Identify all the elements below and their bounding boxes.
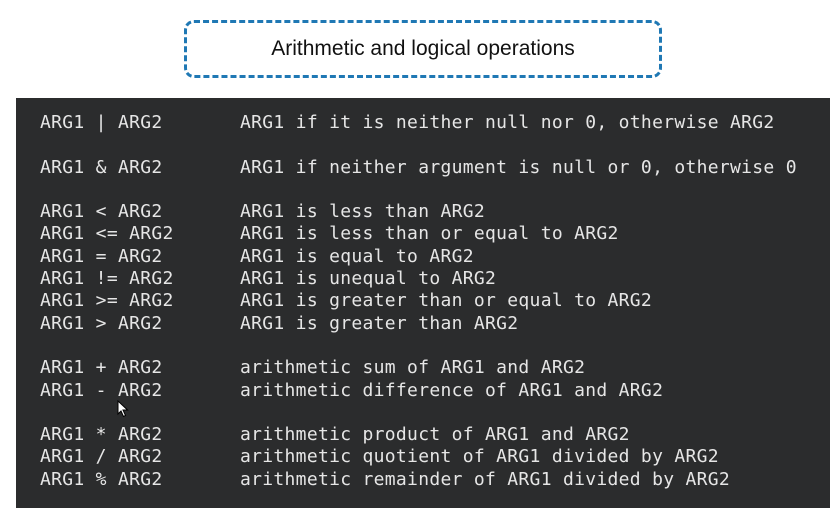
operator-description: ARG1 is greater than or equal to ARG2 [240, 290, 653, 312]
operator-expression: ARG1 >= ARG2 [40, 290, 174, 312]
operator-description: ARG1 is less than ARG2 [240, 201, 486, 223]
operator-expression: ARG1 + ARG2 [40, 357, 163, 379]
operator-expression: ARG1 * ARG2 [40, 424, 163, 446]
operator-expression: ARG1 & ARG2 [40, 156, 163, 178]
operator-description: arithmetic quotient of ARG1 divided by A… [240, 446, 719, 468]
operator-expression: ARG1 % ARG2 [40, 468, 163, 490]
mouse-cursor-icon [117, 400, 129, 418]
operator-description: ARG1 if neither argument is null or 0, o… [240, 156, 797, 178]
operator-expression: ARG1 != ARG2 [40, 268, 174, 290]
operator-description: ARG1 is less than or equal to ARG2 [240, 223, 619, 245]
operator-expression: ARG1 = ARG2 [40, 245, 163, 267]
operator-expression: ARG1 < ARG2 [40, 201, 163, 223]
operator-expression: ARG1 > ARG2 [40, 312, 163, 334]
operator-description: ARG1 is unequal to ARG2 [240, 268, 497, 290]
operator-description: ARG1 if it is neither null nor 0, otherw… [240, 112, 775, 133]
slide-title: Arithmetic and logical operations [271, 37, 575, 60]
operator-description: arithmetic product of ARG1 and ARG2 [240, 424, 630, 446]
operator-expression: ARG1 <= ARG2 [40, 223, 174, 245]
operator-description: arithmetic sum of ARG1 and ARG2 [240, 357, 586, 379]
operator-expression: ARG1 / ARG2 [40, 446, 163, 468]
operator-expression: ARG1 - ARG2 [40, 379, 163, 401]
operator-expression: ARG1 | ARG2 [40, 112, 163, 133]
operator-description: arithmetic remainder of ARG1 divided by … [240, 468, 731, 490]
operator-description: arithmetic difference of ARG1 and ARG2 [240, 379, 664, 401]
operator-description: ARG1 is greater than ARG2 [240, 312, 519, 334]
title-box: Arithmetic and logical operations [184, 20, 662, 78]
terminal-panel: ARG1 | ARG2 ARG1 if it is neither null no… [16, 98, 830, 508]
operator-description: ARG1 is equal to ARG2 [240, 245, 474, 267]
